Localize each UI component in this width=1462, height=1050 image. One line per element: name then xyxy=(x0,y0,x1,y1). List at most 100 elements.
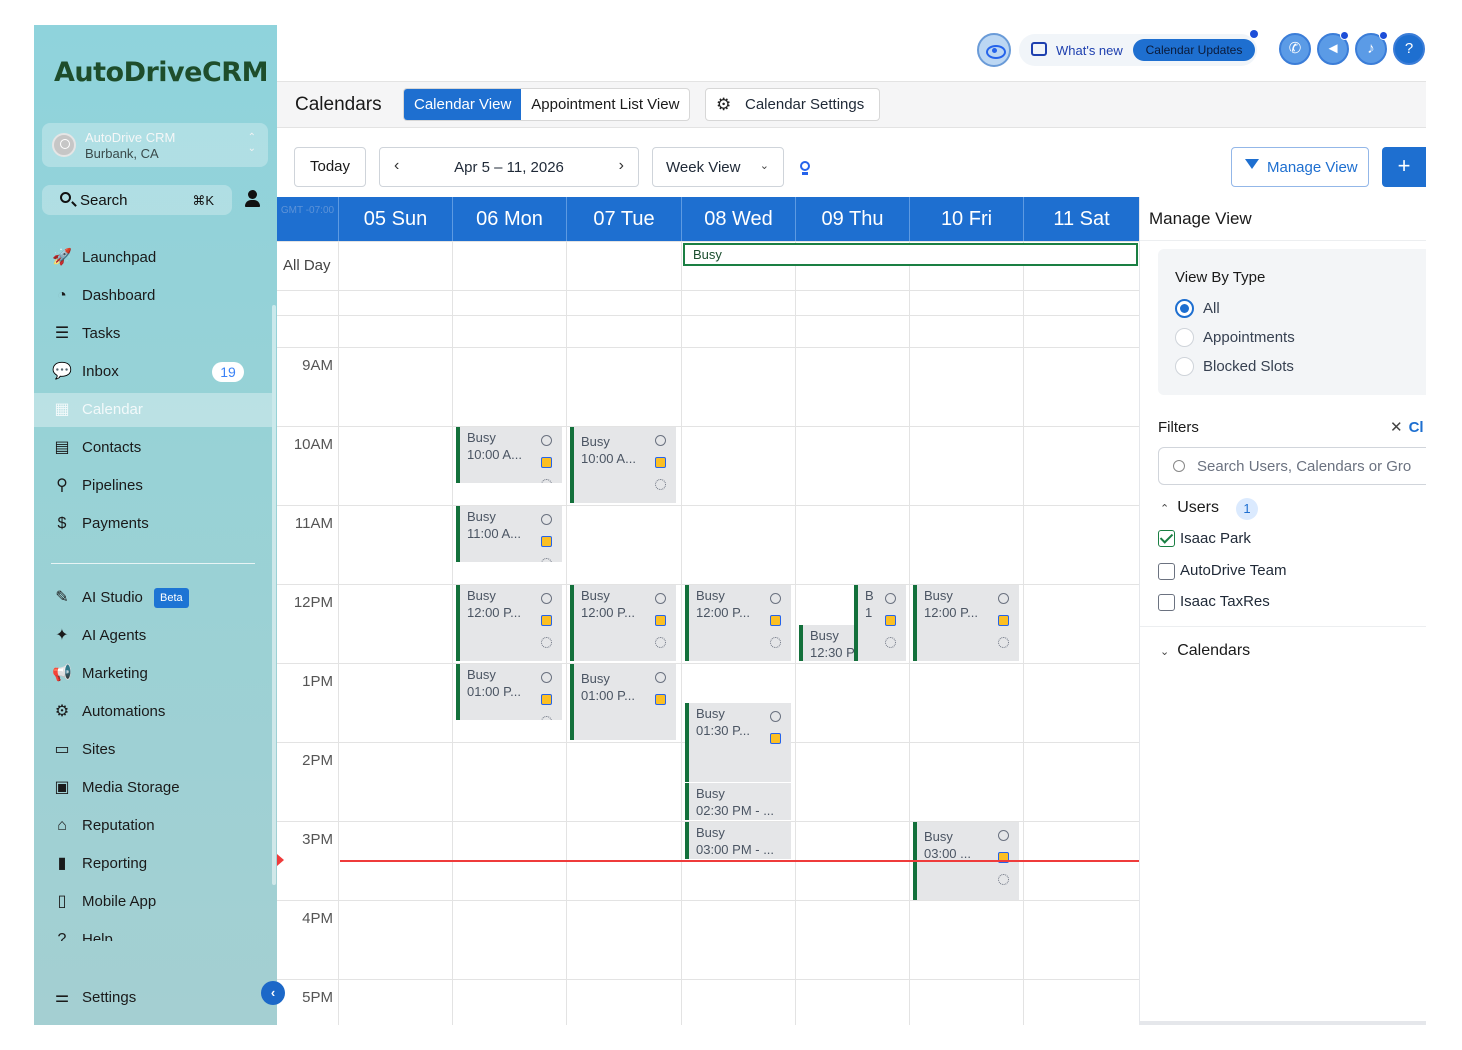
today-button[interactable]: Today xyxy=(294,147,366,187)
day-header-07-tue[interactable]: 07 Tue xyxy=(566,197,681,241)
calendar-event[interactable]: B1 xyxy=(854,585,906,661)
sidebar-item-pipelines[interactable]: ⚲ Pipelines xyxy=(34,469,272,503)
sidebar-item-reporting[interactable]: ▮ Reporting xyxy=(34,847,272,881)
preview-eye-button[interactable] xyxy=(977,33,1011,67)
grid-line xyxy=(277,347,1139,348)
calendar-event[interactable]: Busy 12:00 P... xyxy=(456,585,562,661)
calendar-event[interactable]: Busy 01:30 P... xyxy=(685,703,791,782)
collapse-sidebar-button[interactable]: ‹ xyxy=(261,981,285,1005)
sidebar-item-media-storage[interactable]: ▣ Media Storage xyxy=(34,771,272,805)
event-time: 01:30 P... xyxy=(696,723,750,738)
sidebar-item-help[interactable]: ? Help xyxy=(34,923,272,941)
event-time: 03:00 PM - ... xyxy=(696,842,775,857)
radio-appointments[interactable] xyxy=(1175,328,1194,347)
sidebar-item-ai-studio[interactable]: ✎ AI Studio Beta xyxy=(34,581,272,615)
calendar-updates-pill[interactable]: Calendar Updates xyxy=(1133,39,1255,61)
calendar-event[interactable]: Busy 10:00 A... xyxy=(570,427,676,503)
google-calendar-icon xyxy=(541,536,552,547)
sync-icon xyxy=(998,874,1009,885)
gear-icon: ⚙ xyxy=(716,95,732,114)
event-title: Busy xyxy=(467,509,496,524)
tab-calendar-view[interactable]: Calendar View xyxy=(404,89,522,120)
calendar-event[interactable]: Busy 11:00 A... xyxy=(456,506,562,562)
day-header-10-fri[interactable]: 10 Fri xyxy=(909,197,1023,241)
status-icon xyxy=(885,593,896,604)
sidebar-item-automations[interactable]: ⚙ Automations xyxy=(34,695,272,729)
tab-calendar-settings[interactable]: ⚙ Calendar Settings xyxy=(705,88,880,121)
week-calendar-grid: GMT -07:00 05 Sun 06 Mon 07 Tue 08 Wed 09 Th… xyxy=(277,197,1139,1025)
sidebar-item-marketing[interactable]: 📢 Marketing xyxy=(34,657,272,691)
sync-icon xyxy=(541,558,552,562)
calendar-event[interactable]: Busy 12:00 P... xyxy=(570,585,676,661)
sidebar-item-calendar[interactable]: ▦ Calendar xyxy=(34,393,272,427)
calendar-event[interactable]: Busy 12:00 P... xyxy=(685,585,791,661)
image-icon: ▣ xyxy=(54,779,70,796)
calendars-group-toggle[interactable]: ⌄ Calendars xyxy=(1160,642,1250,660)
sidebar-item-launchpad[interactable]: 🚀 Launchpad xyxy=(34,241,272,275)
sidebar-item-settings[interactable]: ⚌ Settings xyxy=(34,981,272,1015)
search-shortcut: ⌘K xyxy=(192,193,214,208)
sidebar-scrollbar[interactable] xyxy=(272,305,276,885)
hour-label: 12PM xyxy=(293,594,333,611)
day-header-06-mon[interactable]: 06 Mon xyxy=(452,197,566,241)
hour-label: 3PM xyxy=(302,831,333,848)
user-checkbox-isaac-park[interactable] xyxy=(1158,530,1175,547)
user-profile-icon[interactable] xyxy=(242,188,264,210)
radio-label: All xyxy=(1203,300,1220,317)
all-day-event[interactable]: Busy xyxy=(683,243,1138,266)
panel-search-input[interactable]: Search Users, Calendars or Gro xyxy=(1158,447,1426,485)
account-switcher[interactable]: AutoDrive CRM Burbank, CA ⌃ ⌄ xyxy=(42,123,268,167)
status-icon xyxy=(541,435,552,446)
sidebar-item-mobile-app[interactable]: ▯ Mobile App xyxy=(34,885,272,919)
sidebar-item-tasks[interactable]: ☰ Tasks xyxy=(34,317,272,351)
contact-card-icon: ▤ xyxy=(54,439,70,456)
grid-line xyxy=(1023,241,1024,1025)
megaphone-icon: 📢 xyxy=(52,665,72,682)
account-avatar xyxy=(52,133,76,157)
sidebar-item-inbox[interactable]: 💬 Inbox 19 xyxy=(34,355,272,389)
sidebar-item-payments[interactable]: $ Payments xyxy=(34,507,272,541)
calendar-event[interactable]: Busy 02:30 PM - ... xyxy=(685,783,791,820)
help-icon: ? xyxy=(57,931,67,941)
radio-blocked-slots[interactable] xyxy=(1175,357,1194,376)
calendar-event[interactable]: Busy 01:00 P... xyxy=(570,664,676,740)
sidebar-item-label: Reputation xyxy=(82,817,155,834)
sidebar-item-contacts[interactable]: ▤ Contacts xyxy=(34,431,272,465)
sidebar-item-dashboard[interactable]: ◔ Dashboard xyxy=(34,279,272,313)
status-icon xyxy=(541,672,552,683)
users-group-toggle[interactable]: ⌃ Users xyxy=(1160,499,1219,517)
clear-filters-button[interactable]: ✕ Cl xyxy=(1390,418,1424,436)
whats-new-button[interactable]: What's new Calendar Updates xyxy=(1019,34,1257,66)
all-day-label: All Day xyxy=(283,257,331,274)
user-checkbox-isaac-taxres[interactable] xyxy=(1158,594,1175,611)
calendar-event[interactable]: Busy 03:00 PM - ... xyxy=(685,822,791,859)
calendar-event[interactable]: Busy 12:30 P xyxy=(799,625,855,661)
day-header-09-thu[interactable]: 09 Thu xyxy=(795,197,909,241)
sidebar-search[interactable]: Search ⌘K xyxy=(42,185,232,215)
add-button[interactable]: + xyxy=(1382,147,1426,187)
radio-label: Blocked Slots xyxy=(1203,358,1294,375)
day-header-08-wed[interactable]: 08 Wed xyxy=(681,197,795,241)
sidebar-item-ai-agents[interactable]: ✦ AI Agents xyxy=(34,619,272,653)
sidebar-item-reputation[interactable]: ⌂ Reputation xyxy=(34,809,272,843)
lightbulb-icon[interactable] xyxy=(796,158,814,178)
day-header-05-sun[interactable]: 05 Sun xyxy=(338,197,452,241)
day-header-11-sat[interactable]: 11 Sat xyxy=(1023,197,1139,241)
calendar-event[interactable]: Busy 10:00 A... xyxy=(456,427,562,483)
phone-button[interactable]: ✆ xyxy=(1279,33,1311,65)
calendar-event[interactable]: Busy 01:00 P... xyxy=(456,664,562,720)
event-title: Busy xyxy=(924,829,953,844)
sidebar-item-label: Media Storage xyxy=(82,779,180,796)
user-checkbox-autodrive-team[interactable] xyxy=(1158,563,1175,580)
event-time: 12:30 P xyxy=(810,645,855,660)
help-button[interactable]: ? xyxy=(1393,33,1425,65)
sidebar-item-sites[interactable]: ▭ Sites xyxy=(34,733,272,767)
manage-view-button[interactable]: Manage View xyxy=(1231,147,1369,187)
panel-scrollbar[interactable] xyxy=(1140,1021,1426,1025)
tab-appointment-list-view[interactable]: Appointment List View xyxy=(521,89,689,120)
radio-all[interactable] xyxy=(1175,299,1194,318)
chevron-right-icon[interactable]: › xyxy=(619,157,624,175)
sparkles-icon: ✦ xyxy=(55,627,69,644)
view-select[interactable]: Week View ⌄ xyxy=(652,147,784,187)
calendar-event[interactable]: Busy 12:00 P... xyxy=(913,585,1019,661)
